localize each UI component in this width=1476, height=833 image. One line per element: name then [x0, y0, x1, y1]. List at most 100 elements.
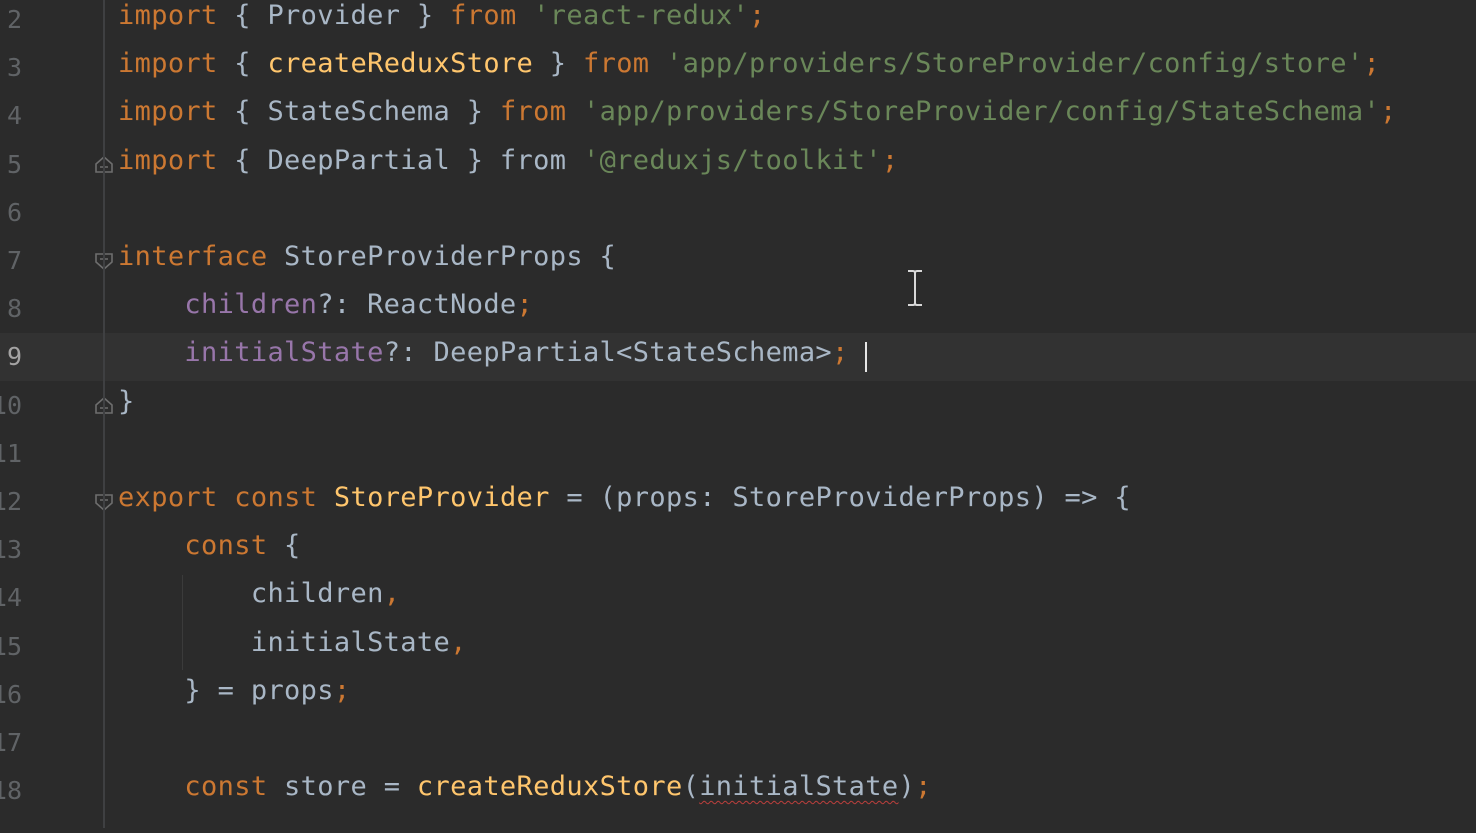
code-token: { — [267, 530, 301, 562]
code-token: { Provider } — [217, 0, 451, 31]
code-text[interactable]: const { — [118, 526, 301, 574]
code-line[interactable]: 9 initialState?: DeepPartial<StateSchema… — [0, 333, 1476, 382]
code-token: } — [118, 385, 135, 417]
code-token: = (props: StoreProviderProps) => { — [549, 482, 1131, 513]
code-token: createReduxStore — [267, 48, 534, 80]
code-token: store = — [267, 771, 417, 803]
code-token: ; — [516, 289, 534, 321]
code-text[interactable]: const store = createReduxStore(initialSt… — [118, 767, 932, 815]
line-number[interactable]: 17 — [0, 719, 22, 767]
code-line[interactable]: 5 import { DeepPartial } from '@reduxjs/t… — [0, 141, 1476, 189]
code-token: ; — [915, 771, 932, 803]
line-number[interactable]: 16 — [0, 671, 22, 719]
line-number[interactable]: 5 — [0, 141, 22, 189]
code-token: interface — [118, 241, 268, 272]
code-line[interactable]: 15 initialState, — [0, 623, 1476, 671]
code-text[interactable]: interface StoreProviderProps { — [118, 237, 616, 285]
code-token: children — [118, 578, 384, 610]
code-token: { — [217, 48, 268, 80]
code-line[interactable]: 3 import { createReduxStore } from 'app/p… — [0, 44, 1476, 92]
code-line[interactable]: 18 const store = createReduxStore(initia… — [0, 767, 1476, 815]
code-line[interactable]: 12 export const StoreProvider = (props: S… — [0, 478, 1476, 526]
line-number[interactable]: 14 — [0, 574, 22, 622]
code-token: 'app/providers/StoreProvider/config/stor… — [666, 48, 1364, 80]
code-token: ; — [1380, 96, 1397, 128]
code-line[interactable]: 17 — [0, 719, 1476, 767]
code-token: , — [383, 578, 401, 610]
code-token: { StateSchema } — [217, 96, 500, 128]
indent-guide — [182, 575, 183, 670]
code-token: from — [499, 96, 567, 128]
code-token: '@reduxjs/toolkit' — [582, 144, 882, 176]
code-token: const — [234, 482, 318, 513]
code-text[interactable]: import { Provider } from 'react-redux'; — [118, 0, 766, 44]
line-number[interactable]: 12 — [0, 478, 22, 526]
code-token: import — [118, 96, 218, 128]
code-token: import — [118, 144, 218, 176]
code-token: ( — [682, 771, 700, 803]
line-number[interactable]: 11 — [0, 430, 22, 478]
line-number[interactable]: 7 — [0, 237, 22, 285]
code-token: ; — [333, 674, 351, 706]
code-token: ; — [881, 144, 899, 176]
code-line[interactable]: 6 — [0, 189, 1476, 237]
code-line[interactable]: 14 children, — [0, 574, 1476, 622]
code-token: ?: ReactNode — [317, 289, 517, 321]
code-token: const — [184, 530, 268, 562]
code-line[interactable]: 7 interface StoreProviderProps { — [0, 237, 1476, 285]
code-line[interactable]: 13 const { — [0, 526, 1476, 574]
gutter-divider — [103, 0, 105, 828]
code-token: initialState — [699, 771, 899, 803]
line-number[interactable]: 9 — [0, 333, 22, 381]
code-token: export — [118, 482, 218, 513]
code-line[interactable]: 8 children?: ReactNode; — [0, 285, 1476, 333]
code-line[interactable]: 10} — [0, 382, 1476, 430]
code-token: , — [450, 626, 467, 658]
line-number[interactable]: 3 — [0, 44, 22, 92]
code-line[interactable]: 2 import { Provider } from 'react-redux'; — [0, 0, 1476, 44]
code-text[interactable]: import { createReduxStore } from 'app/pr… — [118, 44, 1380, 92]
code-token: import — [118, 48, 218, 80]
code-text[interactable]: } = props; — [118, 671, 350, 719]
code-text[interactable]: export const StoreProvider = (props: Sto… — [118, 478, 1131, 526]
code-token: initialState — [118, 626, 451, 658]
code-token: } — [533, 48, 583, 80]
line-number[interactable]: 15 — [0, 623, 22, 671]
line-number[interactable]: 6 — [0, 189, 22, 237]
line-number[interactable]: 8 — [0, 285, 22, 333]
code-line[interactable]: 16 } = props; — [0, 671, 1476, 719]
code-text[interactable]: import { StateSchema } from 'app/provide… — [118, 92, 1397, 140]
code-line[interactable]: 11 — [0, 430, 1476, 478]
code-text[interactable]: children?: ReactNode; — [118, 285, 533, 333]
code-text[interactable]: import { DeepPartial } from '@reduxjs/to… — [118, 141, 898, 189]
code-token: from — [582, 48, 650, 80]
code-editor[interactable]: 2 import { Provider } from 'react-redux';… — [0, 0, 1476, 833]
code-token: import — [118, 0, 218, 31]
code-token: ?: DeepPartial<StateSchema> — [383, 337, 833, 369]
code-token: StoreProvider — [333, 482, 550, 513]
line-number[interactable]: 4 — [0, 92, 22, 140]
code-token: { DeepPartial } from — [217, 144, 583, 176]
line-number[interactable]: 10 — [0, 382, 22, 430]
code-token: from — [450, 0, 517, 31]
text-cursor-ibeam-icon — [908, 270, 922, 306]
code-text[interactable]: initialState?: DeepPartial<StateSchema>; — [118, 333, 849, 381]
code-text[interactable]: } — [118, 382, 135, 430]
code-line[interactable]: 4 import { StateSchema } from 'app/provid… — [0, 92, 1476, 140]
line-number[interactable]: 13 — [0, 526, 22, 574]
code-token: } = props — [118, 674, 334, 706]
code-token: initialState — [184, 337, 384, 369]
code-token: 'react-redux' — [533, 0, 750, 31]
line-number[interactable]: 2 — [0, 0, 22, 44]
text-caret — [865, 342, 867, 372]
line-number[interactable]: 18 — [0, 767, 22, 815]
code-text[interactable]: initialState, — [118, 623, 467, 671]
code-text[interactable]: children, — [118, 574, 400, 622]
